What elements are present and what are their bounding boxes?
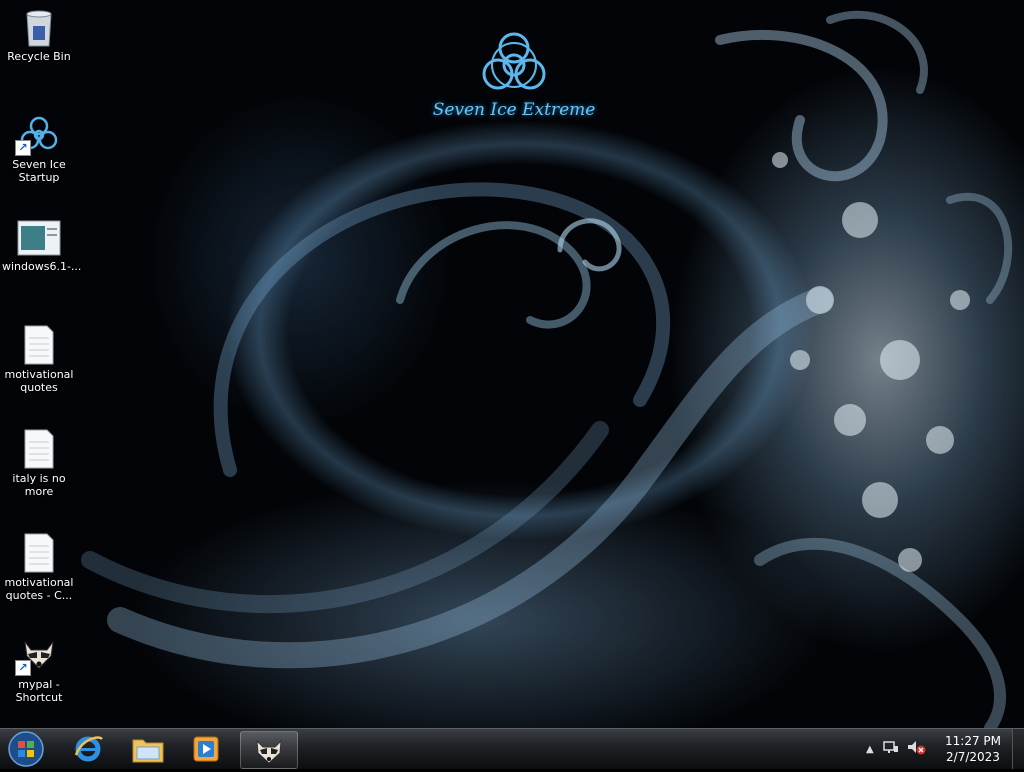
volume-muted-icon[interactable] [906,739,926,759]
show-hidden-icons-button[interactable]: ▲ [866,744,874,755]
biohazard-logo-icon [482,32,546,90]
text-file-icon [19,428,59,469]
text-file-icon [19,324,59,365]
system-tray: ▲ [866,729,926,769]
taskbar-mypal[interactable] [240,731,298,769]
desktop-icon-motivational-quotes-copy[interactable]: motivational quotes - C... [2,532,76,602]
system-clock[interactable]: 11:27 PM 2/7/2023 [936,733,1010,765]
wallpaper-logo-text: Seven Ice Extreme [432,100,596,120]
taskbar-internet-explorer[interactable] [60,731,116,767]
desktop-icon-motivational-quotes[interactable]: motivational quotes [2,324,76,394]
clock-time: 11:27 PM [945,734,1001,748]
wallpaper-logo: Seven Ice Extreme [414,30,614,148]
ie-icon [74,736,103,762]
raccoon-shortcut-icon: ↗ [15,634,59,676]
recycle-bin-icon [19,6,59,47]
desktop-icon-recycle-bin[interactable]: Recycle Bin [2,6,76,63]
desktop-icon-mypal-shortcut[interactable]: ↗ mypal - Shortcut [2,634,76,704]
desktop-icon-label: windows6.1-... [2,260,82,273]
media-player-icon [193,736,219,762]
desktop-icon-label: motivational quotes [4,368,74,394]
start-button[interactable] [6,730,46,768]
desktop[interactable]: Seven Ice Extreme Recycle Bin ↗ Seven Ic… [0,0,1024,728]
desktop-icon-seven-ice-startup[interactable]: ↗ Seven Ice Startup [2,114,76,184]
shortcut-arrow-icon: ↗ [15,660,31,676]
folder-icon [132,739,164,763]
desktop-icon-windows6-1[interactable]: windows6.1-... [2,220,82,273]
text-file-icon [19,532,59,573]
desktop-icon-label: mypal - Shortcut [15,678,63,704]
show-desktop-button[interactable] [1012,729,1024,769]
network-icon[interactable] [882,739,900,759]
shortcut-arrow-icon: ↗ [15,140,31,156]
desktop-icon-label: motivational quotes - C... [4,576,74,602]
clock-date: 2/7/2023 [946,750,1000,764]
windows-orb-icon [8,731,44,767]
raccoon-icon [256,739,282,764]
taskbar: ▲ 11:27 PM 2/7/2023 [0,728,1024,769]
desktop-icon-italy-is-no-more[interactable]: italy is no more [2,428,76,498]
desktop-icon-label: italy is no more [12,472,66,498]
taskbar-windows-explorer[interactable] [120,731,176,767]
desktop-icon-label: Seven Ice Startup [12,158,66,184]
document-window-icon [17,220,61,256]
biohazard-shortcut-icon: ↗ [15,114,59,156]
desktop-icon-label: Recycle Bin [7,50,71,63]
taskbar-media-player[interactable] [178,731,234,767]
